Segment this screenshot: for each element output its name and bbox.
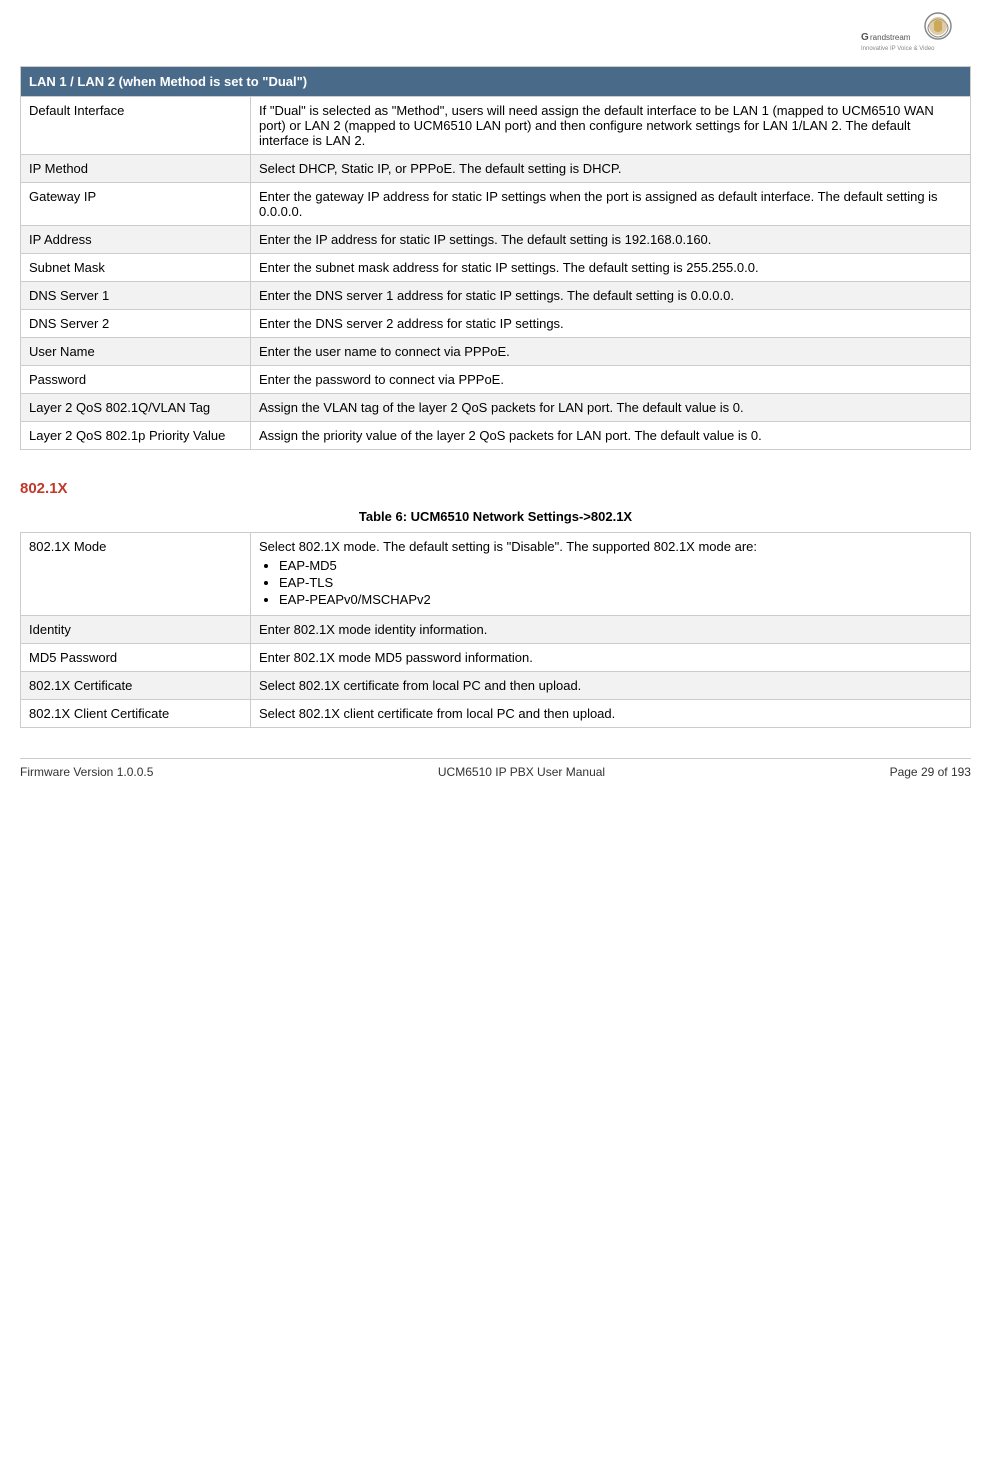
row-label: Gateway IP (21, 183, 251, 226)
list-item: EAP-TLS (279, 575, 962, 590)
table-row: Subnet Mask Enter the subnet mask addres… (21, 254, 971, 282)
row-desc: Select DHCP, Static IP, or PPPoE. The de… (251, 155, 971, 183)
row-desc: Assign the VLAN tag of the layer 2 QoS p… (251, 394, 971, 422)
row-desc: Enter the DNS server 2 address for stati… (251, 310, 971, 338)
row-label: DNS Server 1 (21, 282, 251, 310)
row-label: User Name (21, 338, 251, 366)
table-row: Identity Enter 802.1X mode identity info… (21, 616, 971, 644)
section-802-title: 802.1X (20, 480, 971, 497)
table-row: Password Enter the password to connect v… (21, 366, 971, 394)
row-desc: Enter the user name to connect via PPPoE… (251, 338, 971, 366)
list-item: EAP-PEAPv0/MSCHAPv2 (279, 592, 962, 607)
logo-area: G randstream Innovative IP Voice & Video (20, 10, 971, 58)
row-label: IP Method (21, 155, 251, 183)
table-row: Gateway IP Enter the gateway IP address … (21, 183, 971, 226)
table-row: DNS Server 2 Enter the DNS server 2 addr… (21, 310, 971, 338)
table-row: IP Method Select DHCP, Static IP, or PPP… (21, 155, 971, 183)
table-row: User Name Enter the user name to connect… (21, 338, 971, 366)
row-desc: Select 802.1X certificate from local PC … (251, 672, 971, 700)
table-caption-802: Table 6: UCM6510 Network Settings->802.1… (20, 509, 971, 524)
row-desc: Select 802.1X mode. The default setting … (251, 533, 971, 616)
table-row: Default Interface If "Dual" is selected … (21, 97, 971, 155)
table-row: DNS Server 1 Enter the DNS server 1 addr… (21, 282, 971, 310)
table-row: MD5 Password Enter 802.1X mode MD5 passw… (21, 644, 971, 672)
table-row: 802.1X Client Certificate Select 802.1X … (21, 700, 971, 728)
section-802-1x: 802.1X Table 6: UCM6510 Network Settings… (20, 480, 971, 728)
lan-table-header: LAN 1 / LAN 2 (when Method is set to "Du… (21, 67, 971, 97)
svg-text:G: G (861, 32, 869, 43)
row-label: DNS Server 2 (21, 310, 251, 338)
svg-text:randstream: randstream (870, 33, 911, 42)
table-row: Layer 2 QoS 802.1p Priority Value Assign… (21, 422, 971, 450)
footer-firmware: Firmware Version 1.0.0.5 (20, 765, 153, 779)
list-item: EAP-MD5 (279, 558, 962, 573)
row-desc: Enter 802.1X mode MD5 password informati… (251, 644, 971, 672)
table-row: 802.1X Mode Select 802.1X mode. The defa… (21, 533, 971, 616)
row-label: 802.1X Client Certificate (21, 700, 251, 728)
bullet-list: EAP-MD5 EAP-TLS EAP-PEAPv0/MSCHAPv2 (279, 558, 962, 607)
row-desc: Assign the priority value of the layer 2… (251, 422, 971, 450)
row-desc: Enter the subnet mask address for static… (251, 254, 971, 282)
row-label: Subnet Mask (21, 254, 251, 282)
row-desc: Enter the password to connect via PPPoE. (251, 366, 971, 394)
table-row: IP Address Enter the IP address for stat… (21, 226, 971, 254)
row-label: MD5 Password (21, 644, 251, 672)
svg-text:Innovative IP Voice & Video: Innovative IP Voice & Video (861, 46, 935, 52)
lan-table: LAN 1 / LAN 2 (when Method is set to "Du… (20, 66, 971, 450)
row-label: Password (21, 366, 251, 394)
row-desc: Enter the gateway IP address for static … (251, 183, 971, 226)
row-label: 802.1X Certificate (21, 672, 251, 700)
row-desc: Select 802.1X client certificate from lo… (251, 700, 971, 728)
table-row: Layer 2 QoS 802.1Q/VLAN Tag Assign the V… (21, 394, 971, 422)
footer-page: Page 29 of 193 (890, 765, 971, 779)
footer-manual: UCM6510 IP PBX User Manual (438, 765, 605, 779)
row-desc: Enter 802.1X mode identity information. (251, 616, 971, 644)
row-label: IP Address (21, 226, 251, 254)
table-row: 802.1X Certificate Select 802.1X certifi… (21, 672, 971, 700)
table-802: 802.1X Mode Select 802.1X mode. The defa… (20, 532, 971, 728)
row-desc: Enter the IP address for static IP setti… (251, 226, 971, 254)
page-footer: Firmware Version 1.0.0.5 UCM6510 IP PBX … (20, 758, 971, 779)
row-label: Layer 2 QoS 802.1Q/VLAN Tag (21, 394, 251, 422)
row-label: Layer 2 QoS 802.1p Priority Value (21, 422, 251, 450)
row-label: Default Interface (21, 97, 251, 155)
row-desc: If "Dual" is selected as "Method", users… (251, 97, 971, 155)
row-desc: Enter the DNS server 1 address for stati… (251, 282, 971, 310)
row-label: 802.1X Mode (21, 533, 251, 616)
brand-logo: G randstream Innovative IP Voice & Video (851, 10, 971, 58)
row-label: Identity (21, 616, 251, 644)
